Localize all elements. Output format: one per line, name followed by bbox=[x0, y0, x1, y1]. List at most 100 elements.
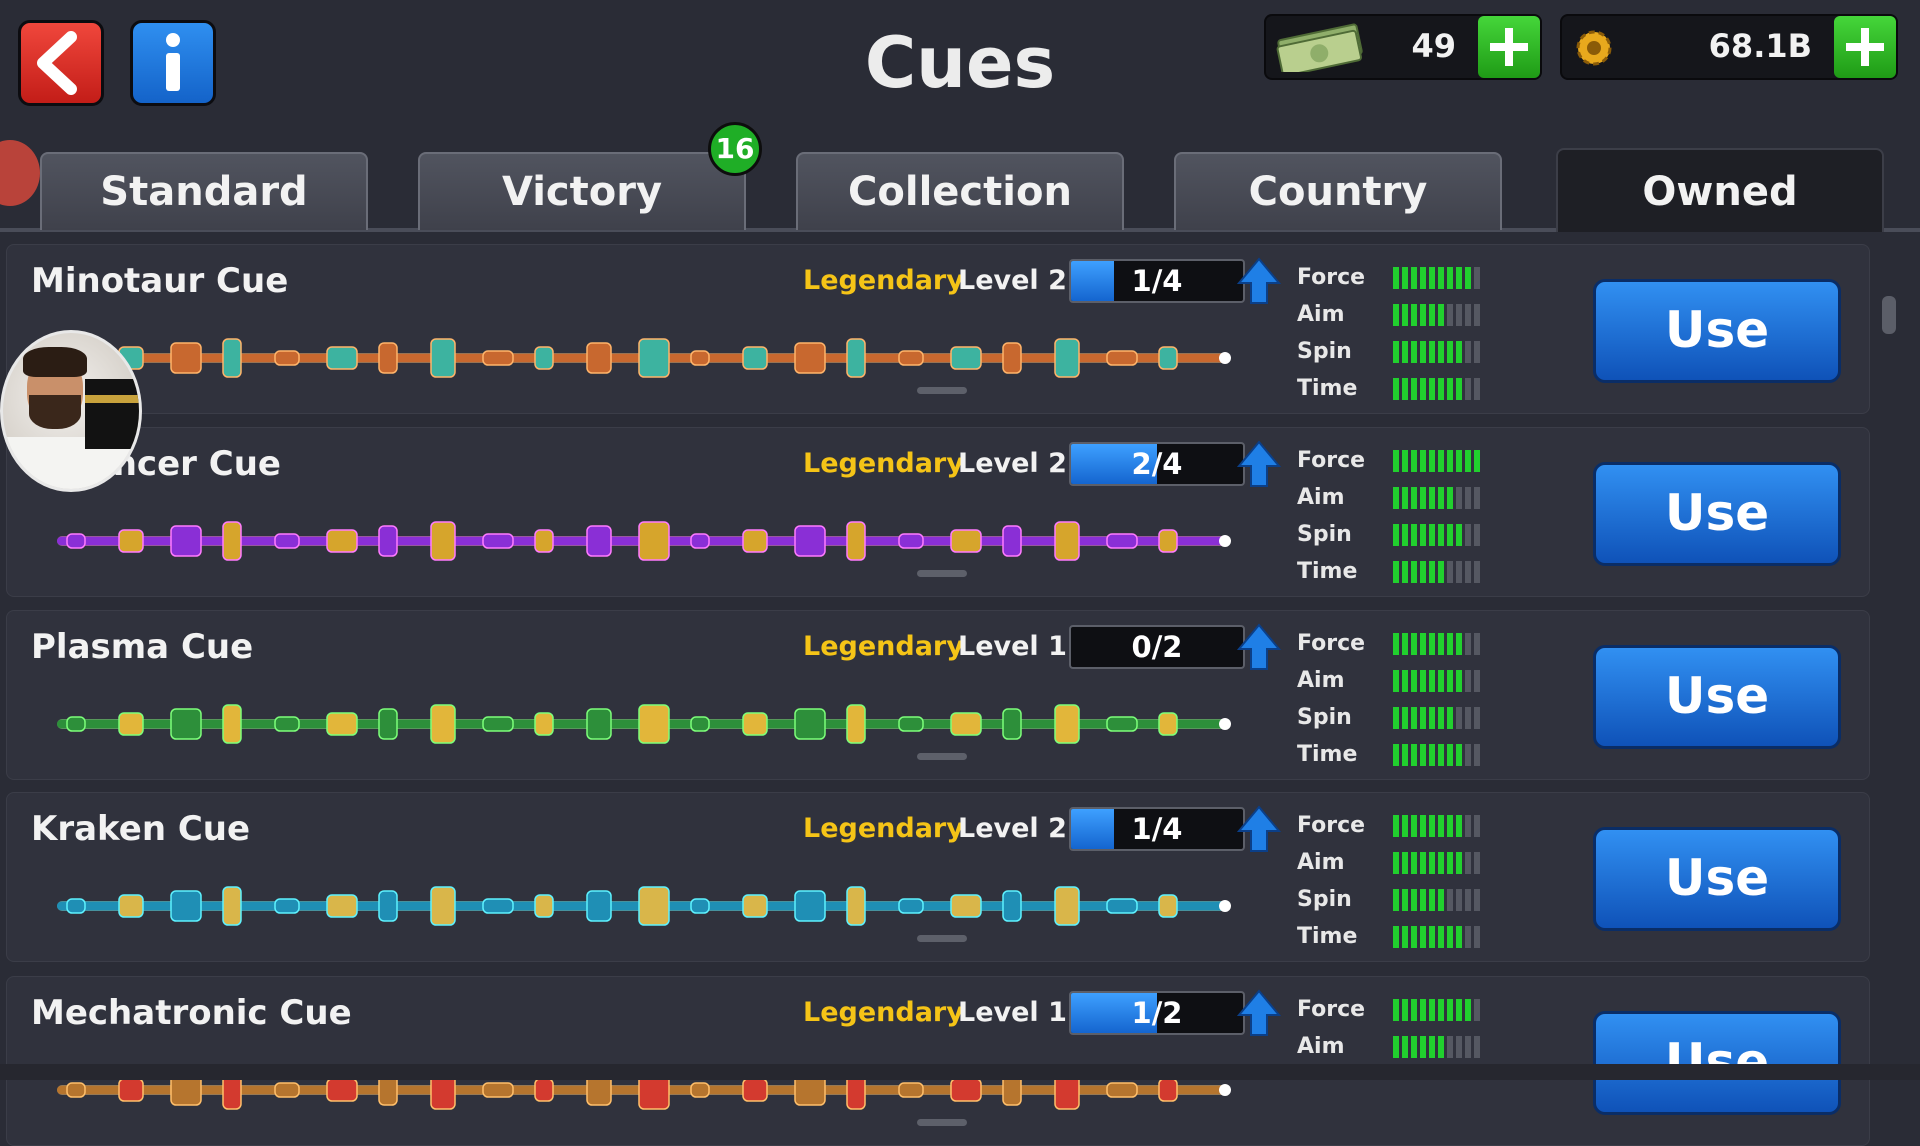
cash-value: 49 bbox=[1411, 27, 1456, 65]
stat-label: Spin bbox=[1297, 339, 1352, 364]
cue-rarity: Legendary bbox=[803, 631, 964, 662]
add-cash-button[interactable] bbox=[1478, 16, 1540, 78]
stat-bar bbox=[1393, 561, 1480, 583]
upgrade-progress-bar: 1/2 bbox=[1069, 991, 1245, 1035]
use-cue-button[interactable]: Use bbox=[1593, 645, 1841, 749]
cue-rarity: Legendary bbox=[803, 997, 964, 1028]
stat-bar bbox=[1393, 889, 1480, 911]
cue-row[interactable]: Mechatronic Cue Legendary Level 1 1/2 Force A… bbox=[6, 976, 1870, 1146]
tab-owned[interactable]: Owned bbox=[1556, 148, 1884, 232]
tab-collection[interactable]: Collection bbox=[796, 152, 1124, 230]
stat-label: Spin bbox=[1297, 522, 1352, 547]
stat-label: Spin bbox=[1297, 705, 1352, 730]
cue-level: Level 2 bbox=[958, 813, 1067, 844]
stat-label: Aim bbox=[1297, 1034, 1345, 1059]
stat-label: Spin bbox=[1297, 887, 1352, 912]
coins-value: 68.1B bbox=[1708, 27, 1812, 65]
upgrade-arrow-icon[interactable] bbox=[1237, 805, 1281, 853]
cue-row-handle bbox=[917, 753, 967, 760]
cue-row-handle bbox=[917, 935, 967, 942]
stat-bar bbox=[1393, 267, 1480, 289]
stat-label: Force bbox=[1297, 265, 1366, 290]
stat-bar bbox=[1393, 304, 1480, 326]
stat-label: Time bbox=[1297, 376, 1358, 401]
stat-bar bbox=[1393, 524, 1480, 546]
cue-level: Level 1 bbox=[958, 631, 1067, 662]
cue-level: Level 2 bbox=[958, 448, 1067, 479]
upgrade-arrow-icon[interactable] bbox=[1237, 440, 1281, 488]
scrollbar-thumb[interactable] bbox=[1882, 296, 1896, 334]
upgrade-progress-bar: 0/2 bbox=[1069, 625, 1245, 669]
stat-label: Force bbox=[1297, 813, 1366, 838]
cash-bill-icon bbox=[1276, 23, 1363, 72]
tab-country[interactable]: Country bbox=[1174, 152, 1502, 230]
cue-row[interactable]: Kraken Cue Legendary Level 2 1/4 Force Aim Spi… bbox=[6, 792, 1870, 962]
tab-victory[interactable]: Victory bbox=[418, 152, 746, 230]
upgrade-progress-text: 1/4 bbox=[1131, 812, 1183, 846]
cue-row-handle bbox=[917, 570, 967, 577]
side-menu-tab[interactable] bbox=[0, 140, 40, 206]
cue-name: Kraken Cue bbox=[31, 809, 251, 849]
stat-label: Aim bbox=[1297, 850, 1345, 875]
cue-row[interactable]: Minotaur Cue Legendary Level 2 1/4 Force Aim S… bbox=[6, 244, 1870, 414]
cue-rarity: Legendary bbox=[803, 448, 964, 479]
use-cue-button[interactable]: Use bbox=[1593, 827, 1841, 931]
cue-rarity: Legendary bbox=[803, 265, 964, 296]
victory-count-badge: 16 bbox=[708, 122, 762, 176]
cue-level: Level 2 bbox=[958, 265, 1067, 296]
cue-image bbox=[57, 704, 1231, 744]
stat-label: Time bbox=[1297, 924, 1358, 949]
tab-standard[interactable]: Standard bbox=[40, 152, 368, 230]
cue-row[interactable]: Plasma Cue Legendary Level 1 0/2 Force Aim Spi… bbox=[6, 610, 1870, 780]
stat-bar bbox=[1393, 744, 1480, 766]
plus-icon bbox=[1846, 28, 1884, 66]
stat-bar bbox=[1393, 341, 1480, 363]
use-cue-button[interactable]: Use bbox=[1593, 279, 1841, 383]
cue-row-handle bbox=[917, 387, 967, 394]
stat-label: Force bbox=[1297, 448, 1366, 473]
player-avatar[interactable] bbox=[0, 330, 142, 492]
add-coins-button[interactable] bbox=[1834, 16, 1896, 78]
bottom-edge bbox=[0, 1064, 1920, 1080]
upgrade-arrow-icon[interactable] bbox=[1237, 623, 1281, 671]
upgrade-progress-text: 1/4 bbox=[1131, 264, 1183, 298]
stat-label: Aim bbox=[1297, 668, 1345, 693]
use-cue-button[interactable]: Use bbox=[1593, 462, 1841, 566]
stat-label: Force bbox=[1297, 997, 1366, 1022]
cue-row-handle bbox=[917, 1119, 967, 1126]
upgrade-arrow-icon[interactable] bbox=[1237, 257, 1281, 305]
stat-label: Aim bbox=[1297, 485, 1345, 510]
cue-name: Mechatronic Cue bbox=[31, 993, 352, 1033]
cue-row[interactable]: omancer Cue Legendary Level 2 2/4 Force Aim Sp… bbox=[6, 427, 1870, 597]
coins-counter: 68.1B bbox=[1560, 14, 1898, 80]
upgrade-progress-bar: 1/4 bbox=[1069, 259, 1245, 303]
upgrade-arrow-icon[interactable] bbox=[1237, 989, 1281, 1037]
stat-bar bbox=[1393, 487, 1480, 509]
stat-label: Aim bbox=[1297, 302, 1345, 327]
cue-name: Minotaur Cue bbox=[31, 261, 289, 301]
stat-bar bbox=[1393, 378, 1480, 400]
cue-name: Plasma Cue bbox=[31, 627, 254, 667]
stat-bar bbox=[1393, 670, 1480, 692]
stat-bar bbox=[1393, 852, 1480, 874]
upgrade-progress-text: 1/2 bbox=[1131, 996, 1183, 1030]
stat-bar bbox=[1393, 926, 1480, 948]
stat-label: Force bbox=[1297, 631, 1366, 656]
upgrade-progress-bar: 1/4 bbox=[1069, 807, 1245, 851]
cue-image bbox=[57, 521, 1231, 561]
upgrade-progress-text: 2/4 bbox=[1131, 447, 1183, 481]
stat-bar bbox=[1393, 815, 1480, 837]
cue-image bbox=[57, 338, 1231, 378]
cue-level: Level 1 bbox=[958, 997, 1067, 1028]
cash-counter: 49 bbox=[1264, 14, 1542, 80]
plus-icon bbox=[1490, 28, 1528, 66]
stat-label: Time bbox=[1297, 742, 1358, 767]
upgrade-progress-bar: 2/4 bbox=[1069, 442, 1245, 486]
stat-bar bbox=[1393, 999, 1480, 1021]
coin-gear-icon bbox=[1576, 30, 1612, 66]
cue-rarity: Legendary bbox=[803, 813, 964, 844]
stat-bar bbox=[1393, 633, 1480, 655]
stat-label: Time bbox=[1297, 559, 1358, 584]
use-cue-button[interactable]: Use bbox=[1593, 1011, 1841, 1115]
upgrade-progress-text: 0/2 bbox=[1131, 630, 1183, 664]
